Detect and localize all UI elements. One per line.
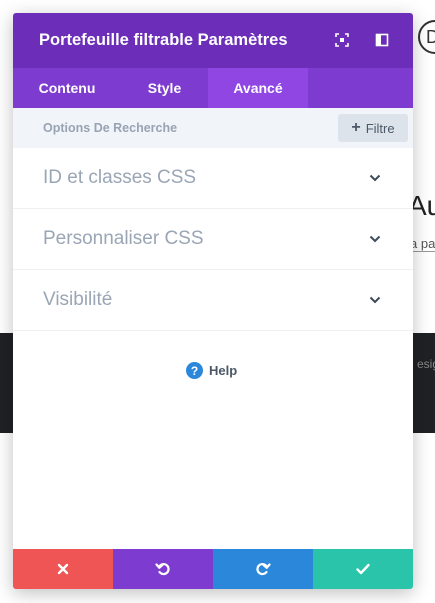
undo-icon	[155, 562, 170, 576]
cancel-icon	[57, 563, 69, 575]
filter-button-label: Filtre	[365, 120, 395, 136]
cancel-button[interactable]	[13, 549, 113, 589]
search-input[interactable]: Options De Recherche	[43, 121, 177, 135]
help-link[interactable]: ? Help	[186, 362, 237, 379]
sidebar-toggle-icon[interactable]	[375, 33, 389, 47]
tab-bar: Contenu Style Avancé	[13, 68, 413, 108]
toggle-css-id-classes[interactable]: ID et classes CSS	[13, 148, 413, 209]
filter-button[interactable]: + Filtre	[338, 114, 408, 142]
chevron-down-icon	[369, 296, 381, 304]
background-logo-circle: D	[418, 20, 435, 54]
modal-header: Portefeuille filtrable Paramètres	[13, 13, 413, 68]
search-bar: Options De Recherche + Filtre	[13, 108, 413, 148]
toggle-label: Personnaliser CSS	[43, 228, 204, 249]
tab-avance[interactable]: Avancé	[208, 68, 308, 108]
expand-icon[interactable]	[335, 33, 349, 47]
background-dark-text: esig	[417, 357, 435, 371]
redo-button[interactable]	[213, 549, 313, 589]
toggle-label: Visibilité	[43, 289, 113, 310]
settings-modal: Portefeuille filtrable Paramètres Conten…	[13, 13, 413, 589]
toggle-custom-css[interactable]: Personnaliser CSS	[13, 209, 413, 270]
redo-icon	[256, 562, 271, 576]
background-subtitle: a pa	[410, 236, 435, 252]
toggle-visibility[interactable]: Visibilité	[13, 270, 413, 331]
chevron-down-icon	[369, 174, 381, 182]
undo-button[interactable]	[113, 549, 213, 589]
toggle-label: ID et classes CSS	[43, 167, 197, 188]
plus-icon: +	[351, 119, 361, 136]
tab-style[interactable]: Style	[121, 68, 208, 108]
modal-footer	[13, 549, 413, 589]
help-label: Help	[209, 363, 238, 378]
tab-contenu[interactable]: Contenu	[13, 68, 121, 108]
save-button[interactable]	[313, 549, 413, 589]
chevron-down-icon	[369, 235, 381, 243]
check-icon	[356, 563, 370, 575]
modal-title: Portefeuille filtrable Paramètres	[39, 31, 288, 49]
question-icon: ?	[186, 362, 203, 379]
